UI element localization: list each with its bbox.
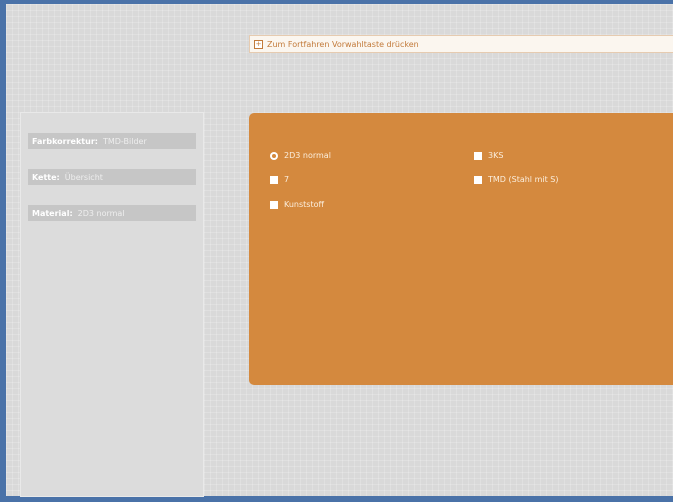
settings-panel: Farbkorrektur: TMD-Bilder Kette: Übersic…: [20, 112, 204, 497]
option-label: Kunststoff: [284, 200, 325, 209]
options-panel: 2D3 normal 7 Kunststoff 3KS TMD (Stahl m…: [249, 113, 673, 385]
checkbox-icon[interactable]: [270, 175, 278, 184]
radio-selected-icon[interactable]: [270, 151, 278, 160]
option-2d3-normal[interactable]: 2D3 normal: [270, 151, 331, 160]
field-label: Material:: [32, 208, 73, 218]
field-value: Übersicht: [64, 172, 103, 182]
checkbox-icon[interactable]: [474, 175, 482, 184]
field-chain[interactable]: Kette: Übersicht: [28, 169, 196, 185]
app-window: + Zum Fortfahren Vorwahltaste drücken Fa…: [0, 0, 673, 502]
field-label: Kette:: [32, 172, 60, 182]
option-label: TMD (Stahl mit S): [488, 175, 559, 184]
instruction-bar: + Zum Fortfahren Vorwahltaste drücken: [249, 35, 673, 53]
checkbox-icon[interactable]: [270, 200, 278, 209]
option-3ks[interactable]: 3KS: [474, 151, 503, 160]
option-kunststoff[interactable]: Kunststoff: [270, 200, 324, 209]
field-color-correction[interactable]: Farbkorrektur: TMD-Bilder: [28, 133, 196, 149]
field-material[interactable]: Material: 2D3 normal: [28, 205, 196, 221]
plus-icon: +: [254, 39, 263, 49]
option-label: 2D3 normal: [284, 151, 331, 160]
field-label: Farbkorrektur:: [32, 136, 98, 146]
option-label: 7: [284, 175, 290, 184]
checkbox-icon[interactable]: [474, 151, 482, 160]
field-value: TMD-Bilder: [102, 136, 147, 146]
option-7[interactable]: 7: [270, 175, 289, 184]
field-value: 2D3 normal: [77, 208, 125, 218]
instruction-text: Zum Fortfahren Vorwahltaste drücken: [267, 39, 419, 49]
option-tmd[interactable]: TMD (Stahl mit S): [474, 175, 558, 184]
option-label: 3KS: [488, 151, 504, 160]
